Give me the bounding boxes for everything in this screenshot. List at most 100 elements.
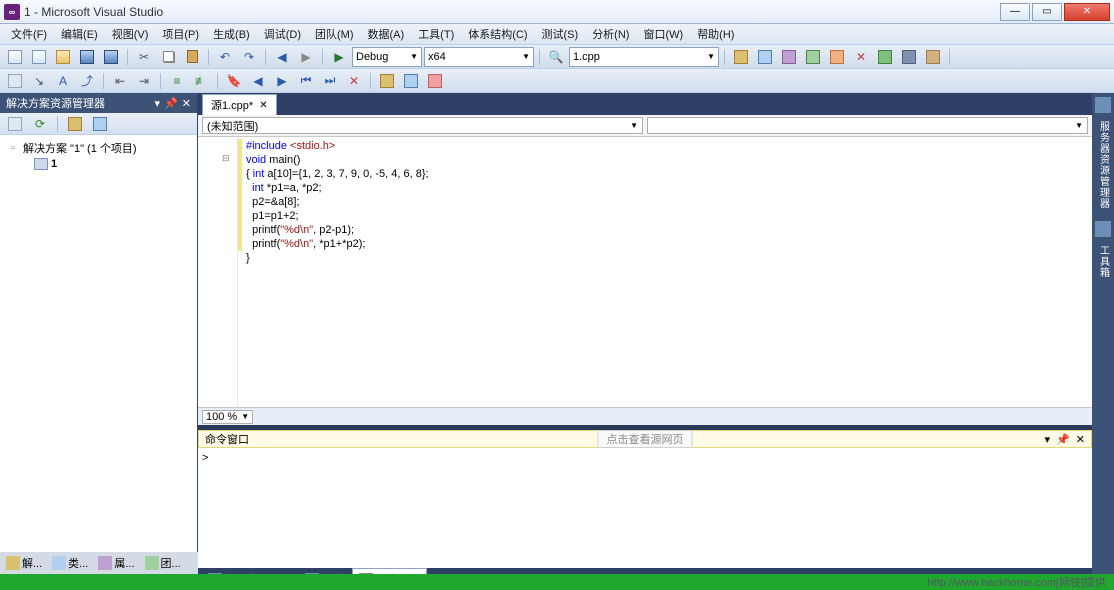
se-refresh-button[interactable]: ⟳ xyxy=(29,114,51,134)
undo-button[interactable]: ↶ xyxy=(214,47,236,67)
menu-bar: 文件(F) 编辑(E) 视图(V) 项目(P) 生成(B) 调试(D) 团队(M… xyxy=(0,24,1114,45)
open-file-button[interactable] xyxy=(52,47,74,67)
menu-team[interactable]: 团队(M) xyxy=(308,23,361,45)
member-dropdown[interactable]: ▼ xyxy=(647,117,1088,134)
command-window-body[interactable]: > xyxy=(198,448,1092,568)
menu-tools[interactable]: 工具(T) xyxy=(411,23,461,45)
se-showall-button[interactable] xyxy=(64,114,86,134)
cut-button[interactable]: ✂ xyxy=(133,47,155,67)
bookmark-prev-button[interactable]: ◀ xyxy=(247,71,269,91)
left-panel-tab-strip: 解... 类... 属... 团... xyxy=(0,552,198,574)
toolbar-standard: ✂ ↶ ↷ ◀ ▶ ▶ Debug▼ x64▼ 🔍 1.cpp▼ ✕ xyxy=(0,45,1114,69)
menu-architecture[interactable]: 体系结构(C) xyxy=(461,23,534,45)
close-button[interactable]: ✕ xyxy=(1064,3,1110,21)
solution-explorer-button[interactable] xyxy=(730,47,752,67)
start-page-button[interactable]: ✕ xyxy=(850,47,872,67)
code-token: "%d\n" xyxy=(280,224,313,236)
add-item-button[interactable] xyxy=(28,47,50,67)
menu-project[interactable]: 项目(P) xyxy=(155,23,206,45)
fold-toggle-icon[interactable]: ⊟ xyxy=(222,151,230,165)
start-debug-button[interactable]: ▶ xyxy=(328,47,350,67)
misc-button-3[interactable] xyxy=(424,71,446,91)
overlay-hint[interactable]: 点击查看源网页 xyxy=(598,430,693,448)
scope-value: (未知范围) xyxy=(207,118,258,134)
tab-class-view[interactable]: 类... xyxy=(48,553,92,573)
misc-button-2[interactable] xyxy=(400,71,422,91)
comment-button[interactable]: ≡ xyxy=(166,71,188,91)
output-window-button[interactable] xyxy=(922,47,944,67)
bookmark-prev-folder-button[interactable]: ⏮ xyxy=(295,71,317,91)
se-home-button[interactable] xyxy=(4,114,26,134)
zoom-dropdown[interactable]: 100 % ▼ xyxy=(202,410,253,424)
tab-properties[interactable]: 属... xyxy=(94,553,138,573)
menu-test[interactable]: 测试(S) xyxy=(535,23,586,45)
bookmark-toggle-button[interactable]: 🔖 xyxy=(223,71,245,91)
toolbar-separator xyxy=(57,116,58,132)
maximize-button[interactable]: ▭ xyxy=(1032,3,1062,21)
menu-help[interactable]: 帮助(H) xyxy=(690,23,741,45)
team-explorer-button[interactable] xyxy=(826,47,848,67)
object-browser-button[interactable] xyxy=(802,47,824,67)
command-window-button[interactable] xyxy=(898,47,920,67)
tab-solution-explorer[interactable]: 解... xyxy=(2,553,46,573)
menu-window[interactable]: 窗口(W) xyxy=(636,23,690,45)
properties-button[interactable] xyxy=(754,47,776,67)
nav-forward-button[interactable]: ▶ xyxy=(295,47,317,67)
misc-button-1[interactable] xyxy=(376,71,398,91)
tab-toolbox[interactable]: 工具箱 xyxy=(1094,241,1113,282)
panel-close-icon[interactable]: ✕ xyxy=(182,97,191,110)
member-list-button[interactable] xyxy=(4,71,26,91)
panel-pin-icon[interactable]: 📌 xyxy=(1056,433,1070,446)
panel-dropdown-icon[interactable]: ▾ xyxy=(155,97,161,110)
code-token: <stdio.h> xyxy=(290,140,335,152)
code-token: void xyxy=(246,154,266,166)
menu-view[interactable]: 视图(V) xyxy=(105,23,156,45)
toolbox-icon xyxy=(1095,221,1111,237)
bookmark-next-folder-button[interactable]: ⏭ xyxy=(319,71,341,91)
redo-button[interactable]: ↷ xyxy=(238,47,260,67)
code-content[interactable]: ⊟#include <stdio.h>void main(){ int a[10… xyxy=(238,137,429,407)
config-dropdown[interactable]: Debug▼ xyxy=(352,47,422,67)
platform-dropdown[interactable]: x64▼ xyxy=(424,47,534,67)
menu-data[interactable]: 数据(A) xyxy=(361,23,412,45)
menu-analyze[interactable]: 分析(N) xyxy=(585,23,636,45)
document-tab[interactable]: 源1.cpp* ✕ xyxy=(202,94,277,115)
ext-manager-button[interactable] xyxy=(874,47,896,67)
menu-debug[interactable]: 调试(D) xyxy=(257,23,308,45)
toolbar-separator xyxy=(217,73,218,89)
find-dropdown[interactable]: 1.cpp▼ xyxy=(569,47,719,67)
quick-info-button[interactable]: ↘ xyxy=(28,71,50,91)
tab-close-icon[interactable]: ✕ xyxy=(259,100,267,111)
bookmark-next-button[interactable]: ▶ xyxy=(271,71,293,91)
panel-close-icon[interactable]: ✕ xyxy=(1076,433,1085,446)
tab-icon xyxy=(145,556,159,570)
new-project-button[interactable] xyxy=(4,47,26,67)
toolbox-button[interactable] xyxy=(778,47,800,67)
nav-back-button[interactable]: ◀ xyxy=(271,47,293,67)
panel-dropdown-icon[interactable]: ▾ xyxy=(1045,433,1051,446)
save-all-button[interactable] xyxy=(100,47,122,67)
complete-word-button[interactable]: ⤴ xyxy=(76,71,98,91)
solution-root-node[interactable]: ▫ 解决方案 "1" (1 个项目) xyxy=(4,139,193,157)
tab-team-explorer[interactable]: 团... xyxy=(141,553,185,573)
find-button[interactable]: 🔍 xyxy=(545,47,567,67)
bookmark-clear-button[interactable]: ✕ xyxy=(343,71,365,91)
copy-button[interactable] xyxy=(157,47,179,67)
code-editor[interactable]: ⊟#include <stdio.h>void main(){ int a[10… xyxy=(198,137,1092,407)
menu-build[interactable]: 生成(B) xyxy=(206,23,257,45)
param-info-button[interactable]: A xyxy=(52,71,74,91)
paste-button[interactable] xyxy=(181,47,203,67)
increase-indent-button[interactable]: ⇥ xyxy=(133,71,155,91)
panel-pin-icon[interactable]: 📌 xyxy=(164,97,178,110)
tab-server-explorer[interactable]: 服务器资源管理器 xyxy=(1094,117,1113,213)
menu-edit[interactable]: 编辑(E) xyxy=(54,23,105,45)
project-node[interactable]: 1 xyxy=(4,157,193,171)
menu-file[interactable]: 文件(F) xyxy=(4,23,54,45)
save-button[interactable] xyxy=(76,47,98,67)
uncomment-button[interactable]: ≢ xyxy=(190,71,212,91)
se-properties-button[interactable] xyxy=(89,114,111,134)
minimize-button[interactable]: — xyxy=(1000,3,1030,21)
line-gutter xyxy=(198,137,238,407)
scope-dropdown[interactable]: (未知范围) ▼ xyxy=(202,117,643,134)
decrease-indent-button[interactable]: ⇤ xyxy=(109,71,131,91)
